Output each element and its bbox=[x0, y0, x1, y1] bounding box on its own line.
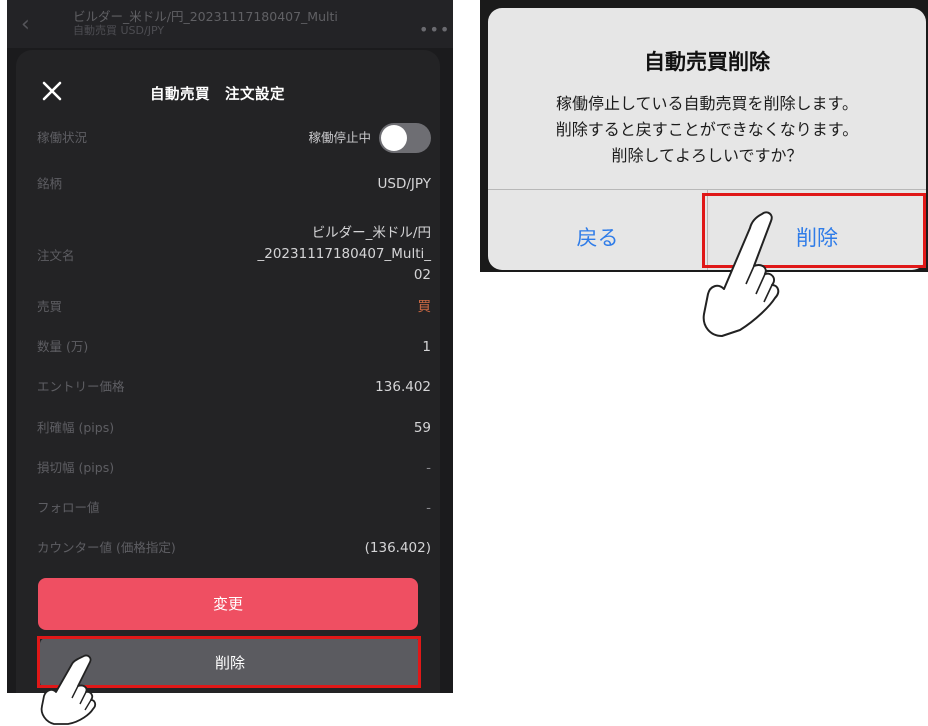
take-profit-label: 利確幅 (pips) bbox=[37, 420, 115, 435]
background-title-block: ビルダー_米ドル/円_20231117180407_Multi 自動売買 USD… bbox=[73, 10, 403, 38]
status-row: 稼働状況 稼働停止中 bbox=[37, 123, 431, 153]
toggle-knob bbox=[381, 125, 407, 151]
stop-loss-value: - bbox=[426, 460, 431, 476]
more-dots-icon[interactable]: ••• bbox=[419, 20, 450, 39]
order-name-value: ビルダー_米ドル/円 _20231117180407_Multi_ 02 bbox=[201, 223, 432, 286]
counter-value: (136.402) bbox=[364, 540, 431, 556]
entry-price-value: 136.402 bbox=[375, 379, 431, 395]
sheet-title: 自動売買 注文設定 bbox=[150, 87, 285, 103]
entry-price-label: エントリー価格 bbox=[37, 379, 125, 394]
symbol-label: 銘柄 bbox=[37, 176, 63, 191]
follow-row: フォロー値 - bbox=[37, 496, 431, 520]
dialog-message-line-2: 削除すると戻すことができなくなります。 bbox=[555, 120, 859, 139]
quantity-label: 数量 (万) bbox=[37, 339, 89, 354]
status-label: 稼働状況 bbox=[37, 130, 88, 145]
order-name-line-1: ビルダー_米ドル/円 bbox=[311, 225, 431, 241]
follow-value: - bbox=[426, 500, 431, 516]
order-name-line-3: 02 bbox=[413, 267, 431, 283]
dialog-title: 自動売買削除 bbox=[644, 50, 770, 74]
symbol-row: 銘柄 USD/JPY bbox=[37, 172, 431, 196]
side-row: 売買 買 bbox=[37, 295, 431, 319]
dialog-message-line-3: 削除してよろしいですか？ bbox=[611, 146, 803, 165]
close-icon[interactable] bbox=[39, 78, 65, 104]
counter-row: カウンター値 (価格指定) (136.402) bbox=[37, 536, 431, 560]
order-name-label: 注文名 bbox=[37, 248, 75, 263]
background-subtitle: 自動売買 USD/JPY bbox=[73, 24, 165, 37]
pointing-hand-icon bbox=[40, 654, 97, 725]
take-profit-row: 利確幅 (pips) 59 bbox=[37, 416, 431, 440]
take-profit-value: 59 bbox=[413, 420, 431, 436]
status-toggle[interactable] bbox=[379, 123, 431, 153]
counter-label: カウンター値 (価格指定) bbox=[37, 540, 176, 555]
quantity-row: 数量 (万) 1 bbox=[37, 335, 431, 359]
follow-label: フォロー値 bbox=[37, 500, 100, 515]
quantity-value: 1 bbox=[422, 339, 431, 355]
stop-loss-label: 損切幅 (pips) bbox=[37, 460, 115, 475]
order-name-row: 注文名 ビルダー_米ドル/円 _20231117180407_Multi_ 02 bbox=[37, 223, 431, 289]
background-header: ‹ ビルダー_米ドル/円_20231117180407_Multi 自動売買 U… bbox=[7, 0, 453, 48]
dialog-message: 稼働停止している自動売買を削除します。 削除すると戻すことができなくなります。 … bbox=[488, 91, 926, 169]
status-value: 稼働停止中 bbox=[308, 130, 371, 145]
side-label: 売買 bbox=[37, 299, 63, 314]
background-title: ビルダー_米ドル/円_20231117180407_Multi bbox=[73, 9, 338, 24]
change-button[interactable]: 変更 bbox=[38, 578, 418, 630]
pointing-hand-icon bbox=[702, 211, 780, 337]
entry-price-row: エントリー価格 136.402 bbox=[37, 375, 431, 399]
order-name-line-2: _20231117180407_Multi_ bbox=[257, 246, 432, 262]
back-chevron-icon[interactable]: ‹ bbox=[21, 14, 30, 36]
side-value: 買 bbox=[417, 299, 432, 315]
stop-loss-row: 損切幅 (pips) - bbox=[37, 456, 431, 480]
dialog-message-line-1: 稼働停止している自動売買を削除します。 bbox=[556, 94, 858, 113]
dialog-back-button[interactable]: 戻る bbox=[488, 190, 707, 270]
symbol-value: USD/JPY bbox=[377, 176, 431, 192]
